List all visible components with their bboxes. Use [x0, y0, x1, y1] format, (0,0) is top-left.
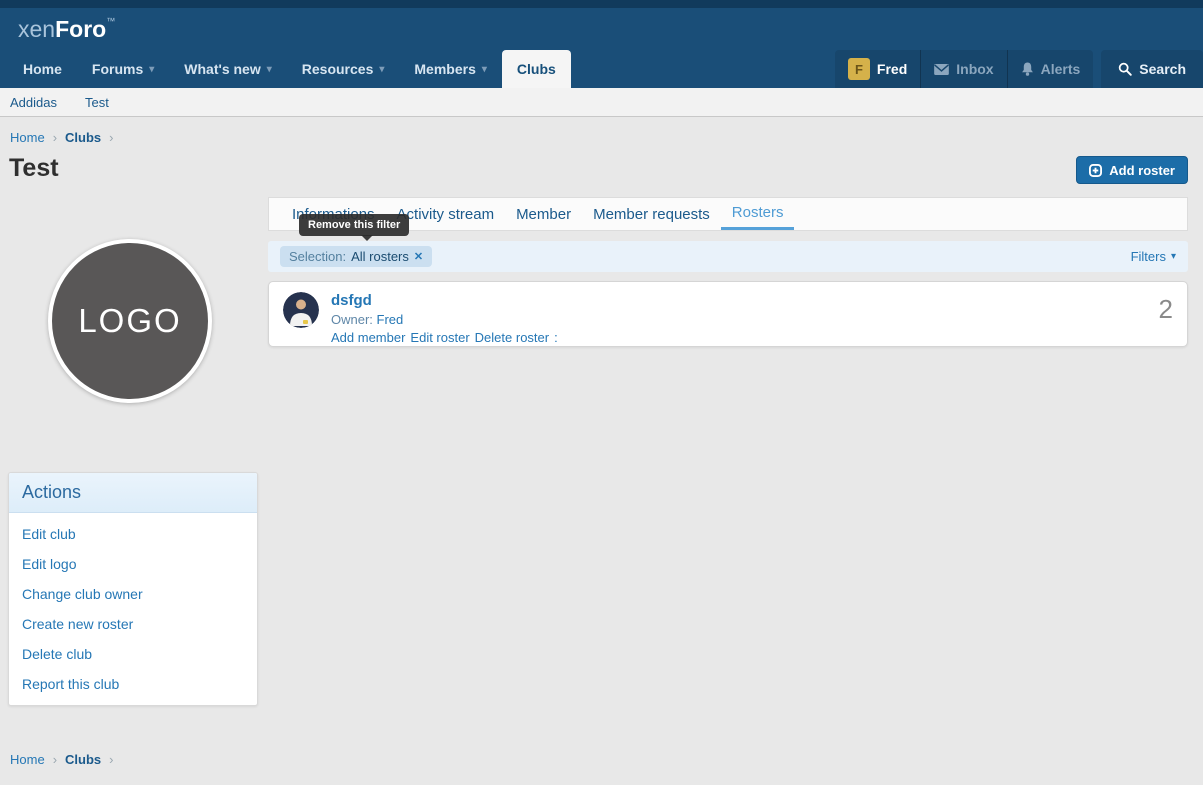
nav-item-label: Members: [414, 61, 476, 77]
club-logo-text: LOGO: [78, 302, 182, 339]
tab-rosters[interactable]: Rosters: [720, 198, 795, 230]
visitor-tabs: F Fred Inbox Alerts: [834, 50, 1094, 88]
create-new-roster-link[interactable]: Create new roster: [9, 609, 257, 639]
nav-item-label: What's new: [184, 61, 261, 77]
breadcrumb: Home › Clubs ›: [10, 130, 114, 145]
account-menu-button[interactable]: F Fred: [835, 50, 922, 88]
envelope-icon: [934, 63, 950, 75]
alerts-button[interactable]: Alerts: [1008, 50, 1094, 88]
nav-item-resources[interactable]: Resources ▾: [287, 50, 400, 88]
plus-icon: [1089, 163, 1103, 177]
nav-item-whats-new[interactable]: What's new ▾: [169, 50, 286, 88]
add-roster-label: Add roster: [1109, 162, 1175, 178]
chevron-down-icon: ▾: [149, 63, 155, 75]
owner-name-link[interactable]: Fred: [377, 312, 404, 327]
logo-text-foro: Foro: [55, 16, 107, 42]
selection-filter-pill[interactable]: Selection: All rosters ✕: [280, 246, 433, 267]
tooltip-text: Remove this filter: [308, 219, 401, 231]
roster-avatar[interactable]: [283, 292, 319, 328]
tab-member[interactable]: Member: [505, 198, 582, 230]
breadcrumb-separator-icon: ›: [109, 752, 114, 767]
roster-owner: Owner: Fred: [331, 312, 1159, 327]
page-title: Test: [9, 154, 59, 182]
user-name: Fred: [876, 61, 908, 77]
search-icon: [1118, 62, 1133, 76]
selection-label: Selection:: [289, 249, 347, 264]
actions-panel: Actions Edit club Edit logo Change club …: [8, 472, 258, 706]
add-roster-button[interactable]: Add roster: [1076, 156, 1188, 184]
edit-club-link[interactable]: Edit club: [9, 519, 257, 549]
site-header: xenForo™ Home Forums ▾ What's new ▾ Reso…: [0, 8, 1203, 88]
roster-list-item: dsfgd Owner: Fred Add member Edit roster…: [268, 281, 1188, 347]
tab-member-requests[interactable]: Member requests: [582, 198, 721, 230]
nav-item-forums[interactable]: Forums ▾: [77, 50, 169, 88]
tooltip-arrow: [361, 235, 373, 241]
inbox-label: Inbox: [956, 61, 994, 77]
logo-trademark: ™: [106, 16, 116, 26]
remove-filter-icon[interactable]: ✕: [414, 250, 423, 263]
subnav-item-test[interactable]: Test: [85, 95, 109, 110]
roster-member-count: 2: [1158, 294, 1173, 324]
chevron-down-icon: ▾: [1170, 251, 1176, 262]
breadcrumb-home-link[interactable]: Home: [10, 130, 45, 145]
search-button[interactable]: Search: [1101, 50, 1203, 88]
site-logo[interactable]: xenForo™: [18, 16, 115, 43]
nav-item-clubs[interactable]: Clubs: [501, 50, 571, 88]
filter-bar: Selection: All rosters ✕ Filters ▾: [268, 241, 1188, 272]
breadcrumb-home-link[interactable]: Home: [10, 752, 45, 767]
nav-item-label: Resources: [301, 61, 374, 77]
edit-logo-link[interactable]: Edit logo: [9, 549, 257, 579]
breadcrumb-clubs-link[interactable]: Clubs: [65, 752, 101, 767]
bell-icon: [1021, 62, 1034, 76]
club-logo[interactable]: LOGO: [48, 239, 212, 403]
nav-item-label: Forums: [91, 61, 144, 77]
chevron-down-icon: ▾: [481, 63, 487, 75]
actions-panel-title: Actions: [9, 473, 257, 513]
roster-actions: Add member Edit roster Delete roster :: [331, 330, 1159, 345]
subnav-item-addidas[interactable]: Addidas: [10, 95, 57, 110]
nav-item-members[interactable]: Members ▾: [399, 50, 502, 88]
tooltip: Remove this filter: [299, 214, 410, 241]
search-label: Search: [1139, 61, 1186, 77]
inbox-button[interactable]: Inbox: [921, 50, 1008, 88]
delete-club-link[interactable]: Delete club: [9, 639, 257, 669]
add-member-link[interactable]: Add member: [331, 330, 405, 345]
roster-info: dsfgd Owner: Fred Add member Edit roster…: [331, 292, 1159, 346]
actions-list: Edit club Edit logo Change club owner Cr…: [9, 513, 257, 705]
breadcrumb-separator-icon: ›: [52, 752, 58, 767]
filters-menu-button[interactable]: Filters ▾: [1131, 249, 1176, 264]
chevron-down-icon: ▾: [379, 63, 385, 75]
roster-more-link[interactable]: :: [554, 330, 558, 345]
logo-text-xen: xen: [18, 16, 56, 42]
sub-navigation: Addidas Test: [0, 88, 1203, 117]
nav-item-label: Home: [23, 61, 62, 77]
breadcrumb-clubs-link[interactable]: Clubs: [65, 130, 101, 145]
avatar: F: [847, 58, 870, 80]
roster-title-link[interactable]: dsfgd: [331, 292, 1159, 309]
change-club-owner-link[interactable]: Change club owner: [9, 579, 257, 609]
report-this-club-link[interactable]: Report this club: [9, 669, 257, 699]
breadcrumb-separator-icon: ›: [52, 130, 58, 145]
delete-roster-link[interactable]: Delete roster: [475, 330, 549, 345]
nav-item-label: Clubs: [516, 61, 556, 77]
nav-item-home[interactable]: Home: [8, 50, 77, 88]
chevron-down-icon: ▾: [266, 63, 272, 75]
filters-label: Filters: [1130, 249, 1166, 264]
breadcrumb-bottom: Home › Clubs ›: [10, 752, 114, 767]
alerts-label: Alerts: [1040, 61, 1081, 77]
edit-roster-link[interactable]: Edit roster: [410, 330, 469, 345]
owner-label: Owner:: [331, 312, 373, 327]
selection-value: All rosters: [351, 249, 409, 264]
breadcrumb-separator-icon: ›: [109, 130, 114, 145]
header-top-strip: [0, 0, 1203, 8]
user-area: F Fred Inbox Alerts Search: [834, 50, 1203, 88]
